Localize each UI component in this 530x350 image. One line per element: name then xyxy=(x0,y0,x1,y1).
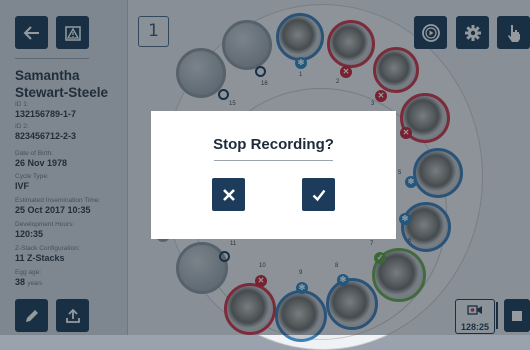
cancel-button[interactable] xyxy=(212,178,245,211)
stop-recording-dialog: Stop Recording? xyxy=(151,111,396,239)
dialog-divider xyxy=(214,160,333,161)
confirm-button[interactable] xyxy=(302,178,335,211)
check-icon xyxy=(312,189,325,201)
dialog-title: Stop Recording? xyxy=(213,136,334,153)
x-icon xyxy=(222,188,235,201)
